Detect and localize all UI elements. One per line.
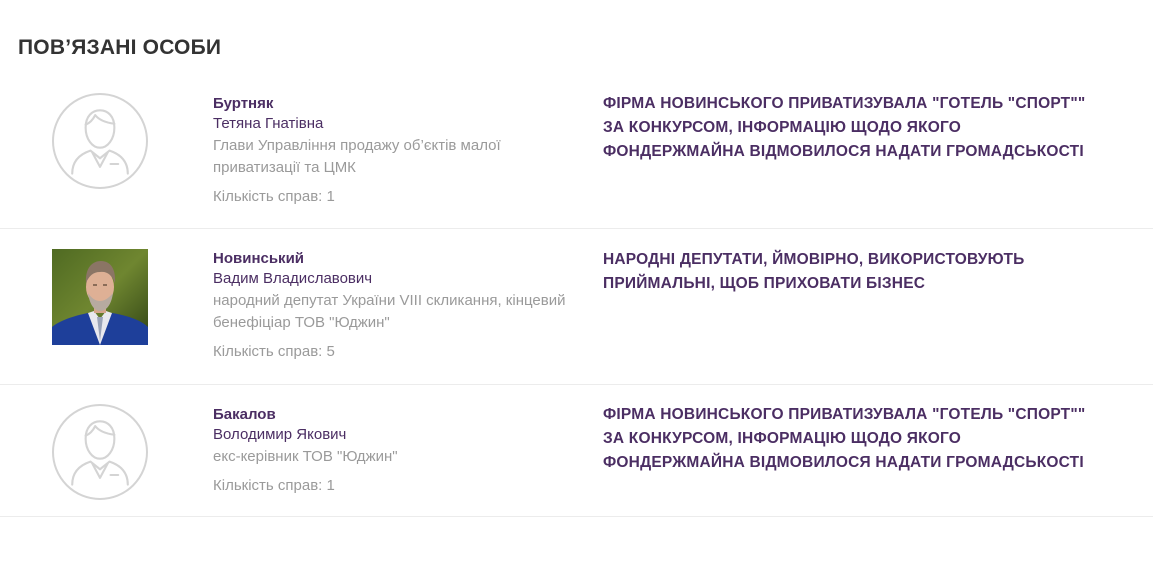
person-surname-link[interactable]: Новинський <box>213 249 573 269</box>
person-portrait-photo[interactable] <box>52 249 148 345</box>
related-article-link[interactable]: ФІРМА НОВИНСЬКОГО ПРИВАТИЗУВАЛА "ГОТЕЛЬ … <box>603 403 1103 475</box>
person-surname-link[interactable]: Буртняк <box>213 94 573 114</box>
related-person-row: Буртняк Тетяна Гнатівна Глави Управління… <box>0 84 1153 229</box>
person-case-count: Кількість справ: 5 <box>213 343 335 360</box>
user-placeholder-icon[interactable] <box>52 93 148 189</box>
person-info: Новинський Вадим Владиславович народний … <box>213 249 573 362</box>
person-info: Буртняк Тетяна Гнатівна Глави Управління… <box>213 94 573 207</box>
person-given-name-link[interactable]: Тетяна Гнатівна <box>213 114 573 134</box>
person-info: Бакалов Володимир Якович екс-керівник ТО… <box>213 405 573 496</box>
related-person-row: Бакалов Володимир Якович екс-керівник ТО… <box>0 385 1153 517</box>
person-position: Глави Управління продажу об’єктів малої … <box>213 137 501 176</box>
related-article-link[interactable]: НАРОДНІ ДЕПУТАТИ, ЙМОВІРНО, ВИКОРИСТОВУЮ… <box>603 248 1103 296</box>
person-case-count: Кількість справ: 1 <box>213 477 335 494</box>
person-given-name-link[interactable]: Вадим Владиславович <box>213 269 573 289</box>
person-surname-link[interactable]: Бакалов <box>213 405 573 425</box>
section-title: ПОВ’ЯЗАНІ ОСОБИ <box>18 36 222 59</box>
user-placeholder-icon[interactable] <box>52 404 148 500</box>
person-case-count: Кількість справ: 1 <box>213 188 335 205</box>
related-person-row: Новинський Вадим Владиславович народний … <box>0 229 1153 385</box>
person-position: екс-керівник ТОВ "Юджин" <box>213 448 398 465</box>
related-article-link[interactable]: ФІРМА НОВИНСЬКОГО ПРИВАТИЗУВАЛА "ГОТЕЛЬ … <box>603 92 1103 164</box>
person-given-name-link[interactable]: Володимир Якович <box>213 425 573 445</box>
person-position: народний депутат України VIII скликання,… <box>213 292 566 331</box>
